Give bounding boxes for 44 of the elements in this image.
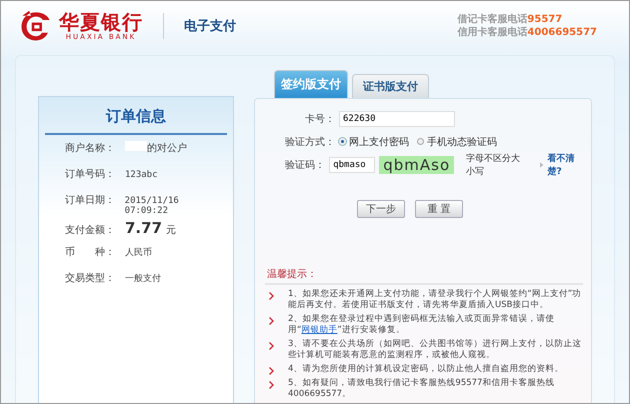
radio-button[interactable] [417,138,424,145]
redaction-block [125,141,147,151]
field-label: 验证码： [284,158,326,172]
tip-text: 4、请为您所使用的计算机设定密码，以防止他人擅自盗用您的资料。 [288,364,564,375]
tip-text: 5、如有疑问，请致电我行借记卡客服热线95577和信用卡客服热线4006695577。 [288,378,556,400]
currency-unit: 元 [166,224,176,237]
captcha-field[interactable]: qbmaso [329,156,376,172]
tab[interactable]: 证书版支付 [352,74,429,98]
chevron-icon [269,342,274,350]
radio-label[interactable]: 网上支付密码 [349,134,409,148]
field-label: 订单号码： [65,168,116,181]
hotline-text: 信用卡客服电话4006695577 [457,26,597,39]
form-button[interactable]: 重 置 [415,200,463,218]
field-label: 卡号： [304,112,335,126]
order-title: 订单信息 [45,97,227,135]
field-label: 币 种： [65,246,116,259]
field-value: 一般支付 [125,272,161,285]
captcha-image: qbmAso [379,156,454,174]
case-hint: 字母不区分大小写 [466,152,522,178]
form-button[interactable]: 下一步 [357,200,405,218]
refresh-captcha-link[interactable]: 看不清楚? [548,152,583,178]
tip-text: 2、如果您在登录过程中遇到密码框无法输入或页面异常错误，请使用“网银助手”进行安装修复。 [288,314,556,336]
arrow-icon [540,162,544,168]
field-label: 交易类型： [65,272,116,285]
field-value: 人民币 [125,246,152,259]
field-label: 商户名称： [65,142,116,155]
hotline-text: 借记卡客服电话95577 [457,13,564,26]
amount-value: 7.77 [125,219,162,237]
radio-label[interactable]: 手机动态验证码 [427,134,497,148]
field-label: 验证方式： [284,136,335,148]
tip-text: 3、请不要在公共场所（如网吧、公共图书馆等）进行网上支付，以防止这些计算机可能装有恶意的监测程序，或被他人窥视。 [288,339,582,361]
chevron-icon [269,292,274,300]
helper-link[interactable]: 网银助手 [301,325,338,335]
chevron-icon [269,317,274,325]
field-value: 123abc [125,170,158,180]
tips-title: 温馨提示： [266,268,318,281]
card-number-field[interactable]: 622630 [339,110,455,126]
field-label: 支付金额： [65,224,116,237]
field-value: 2015/11/16 07:09:22 [124,196,180,216]
field-label: 订单日期： [65,194,116,207]
bank-name: 华夏银行 [59,10,143,32]
service-title: 电子支付 [184,18,236,35]
field-value: 的对公户 [147,142,187,155]
tip-text: 1、如果您还未开通网上支付功能，请登录我行个人网银签约“网上支付”功能后再支付。若使用证书版支付，请先将华夏盾插入USB接口中。 [288,289,582,311]
